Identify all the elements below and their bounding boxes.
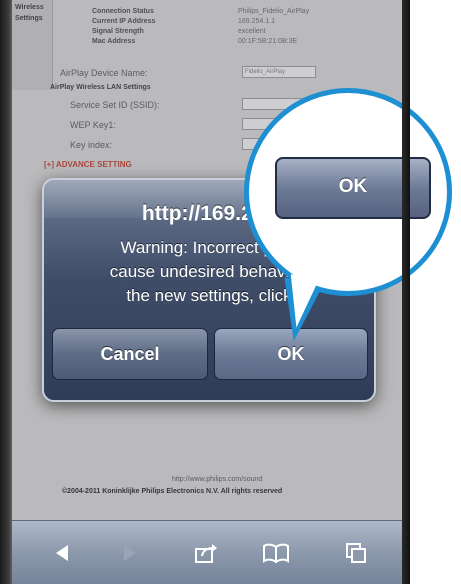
browser-toolbar xyxy=(12,520,402,584)
device-frame-right xyxy=(402,0,410,584)
magnifier-callout: OK xyxy=(244,88,452,296)
share-icon[interactable] xyxy=(192,539,220,567)
cancel-button[interactable]: Cancel xyxy=(52,328,208,380)
tabs-icon[interactable] xyxy=(342,539,370,567)
back-icon[interactable] xyxy=(48,539,76,567)
bookmarks-icon[interactable] xyxy=(262,539,290,567)
screen: Wireless Settings Connection Status Curr… xyxy=(0,0,461,584)
forward-icon[interactable] xyxy=(116,539,144,567)
device-frame-left xyxy=(0,0,12,584)
